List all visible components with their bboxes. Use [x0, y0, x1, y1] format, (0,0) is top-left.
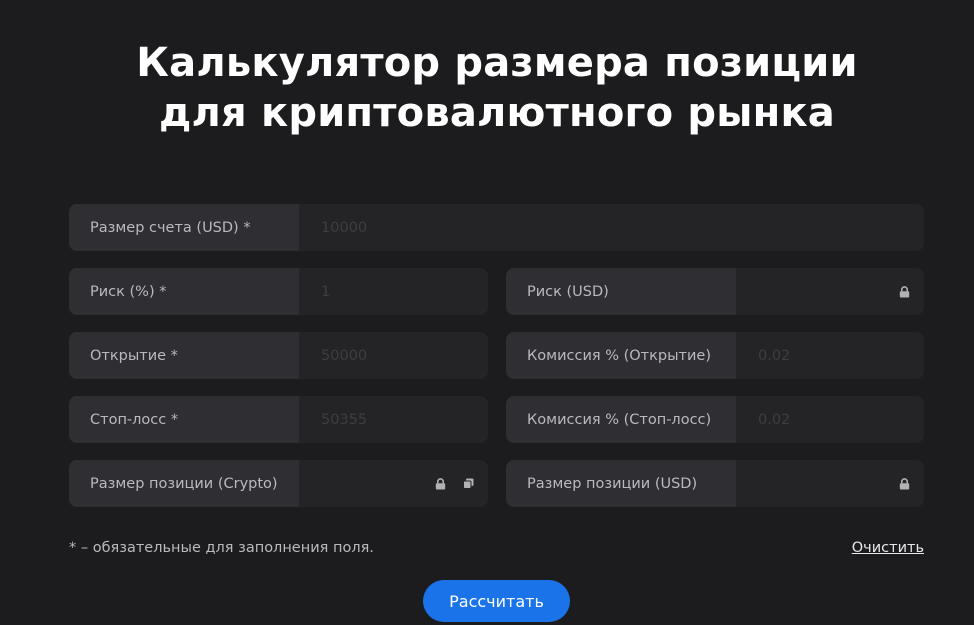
open-price-input[interactable]: [321, 347, 488, 364]
stop-loss-input[interactable]: [321, 411, 488, 428]
position-crypto-label: Размер позиции (Crypto): [69, 460, 299, 507]
clear-link[interactable]: Очистить: [852, 540, 924, 556]
position-crypto-value-cell: [299, 460, 488, 507]
open-price-value-cell: [299, 332, 488, 379]
position-usd-value-cell: [736, 460, 924, 507]
commission-stop-value-cell: [736, 396, 924, 443]
risk-usd-field: Риск (USD): [506, 268, 924, 315]
risk-percent-field: Риск (%) *: [69, 268, 488, 315]
commission-open-label: Комиссия % (Открытие): [506, 332, 736, 379]
position-crypto-field: Размер позиции (Crypto): [69, 460, 488, 507]
commission-open-input[interactable]: [758, 347, 924, 364]
risk-percent-label: Риск (%) *: [69, 268, 299, 315]
lock-icon: [899, 285, 910, 298]
risk-usd-label: Риск (USD): [506, 268, 736, 315]
commission-stop-field: Комиссия % (Стоп-лосс): [506, 396, 924, 443]
stop-loss-label: Стоп-лосс *: [69, 396, 299, 443]
commission-stop-input[interactable]: [758, 411, 924, 428]
position-usd-label: Размер позиции (USD): [506, 460, 736, 507]
stop-loss-value-cell: [299, 396, 488, 443]
calculate-button[interactable]: Рассчитать: [423, 580, 570, 622]
account-size-label: Размер счета (USD) *: [69, 204, 299, 251]
lock-icon: [899, 477, 910, 490]
risk-percent-value-cell: [299, 268, 488, 315]
stop-loss-field: Стоп-лосс *: [69, 396, 488, 443]
required-fields-note: * – обязательные для заполнения поля.: [69, 540, 374, 556]
position-usd-field: Размер позиции (USD): [506, 460, 924, 507]
lock-icon: [435, 477, 446, 490]
page-title: Калькулятор размера позиции для криптова…: [0, 38, 974, 138]
commission-stop-label: Комиссия % (Стоп-лосс): [506, 396, 736, 443]
commission-open-field: Комиссия % (Открытие): [506, 332, 924, 379]
risk-percent-input[interactable]: [321, 283, 488, 300]
open-price-field: Открытие *: [69, 332, 488, 379]
account-size-field: Размер счета (USD) *: [69, 204, 924, 251]
account-size-value-cell: [299, 204, 924, 251]
commission-open-value-cell: [736, 332, 924, 379]
risk-usd-value-cell: [736, 268, 924, 315]
page-title-line-1: Калькулятор размера позиции: [136, 40, 858, 86]
open-price-label: Открытие *: [69, 332, 299, 379]
copy-icon[interactable]: [463, 478, 474, 489]
page-title-line-2: для криптовалютного рынка: [159, 90, 835, 136]
account-size-input[interactable]: [321, 219, 924, 236]
